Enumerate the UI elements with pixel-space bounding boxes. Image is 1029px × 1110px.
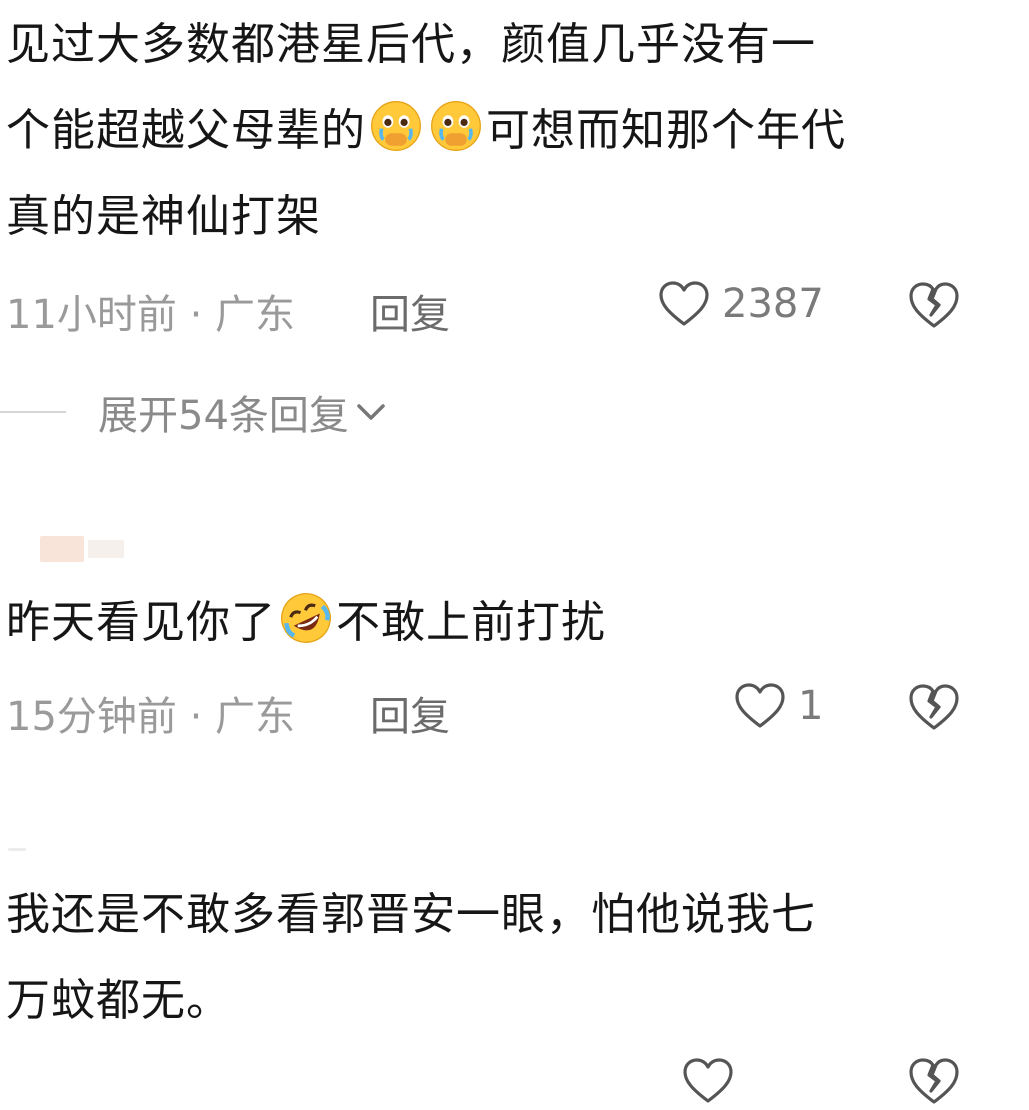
like-count: 1 <box>798 683 824 729</box>
comment-1-line-1: 见过大多数都港星后代，颜值几乎没有一 <box>6 19 816 70</box>
crying-face-emoji-icon <box>431 101 481 151</box>
heart-outline-icon <box>683 1058 733 1103</box>
comment-2-text-b: 不敢上前打扰 <box>336 597 606 648</box>
like-count: 2387 <box>722 281 824 327</box>
dislike-button[interactable] <box>908 1056 960 1110</box>
comment-1-text-a: 个能超越父母辈的 <box>6 105 366 156</box>
comment-1-line-3: 真的是神仙打架 <box>6 191 321 242</box>
comment-3-line-2: 万蚊都无。 <box>6 975 231 1026</box>
dislike-button[interactable] <box>908 280 960 334</box>
reply-button[interactable]: 回复 <box>370 282 450 340</box>
comment-1-line-2: 个能超越父母辈的 可想而知那个年代 <box>6 88 846 174</box>
heart-outline-icon <box>659 281 709 326</box>
divider-line <box>0 411 66 413</box>
username-blur[interactable] <box>88 540 124 558</box>
like-button[interactable]: 2387 <box>658 280 824 328</box>
reply-button[interactable]: 回复 <box>370 684 450 742</box>
avatar[interactable] <box>40 536 84 562</box>
expand-replies-label: 展开54条回复 <box>98 393 349 439</box>
avatar[interactable] <box>8 848 26 851</box>
chevron-down-icon <box>357 404 385 420</box>
comment-2-text-a: 昨天看见你了 <box>6 597 276 648</box>
broken-heart-icon <box>909 684 959 730</box>
comment-1-text-b: 可想而知那个年代 <box>486 105 846 156</box>
comment-2-text: 昨天看见你了 不敢上前打扰 <box>6 580 606 666</box>
comment-2-time-location: 15分钟前 · 广东 <box>6 694 296 740</box>
heart-outline-icon <box>735 683 785 728</box>
broken-heart-icon <box>909 282 959 328</box>
rolling-laughing-emoji-icon <box>281 593 331 643</box>
expand-replies[interactable]: 展开54条回复 <box>0 382 387 442</box>
like-button[interactable]: 1 <box>734 682 823 730</box>
like-button[interactable] <box>682 1056 734 1110</box>
dislike-button[interactable] <box>908 682 960 736</box>
crying-face-emoji-icon <box>371 101 421 151</box>
comment-3-line-1: 我还是不敢多看郭晋安一眼，怕他说我七 <box>6 889 816 940</box>
comment-1-time-location: 11小时前 · 广东 <box>6 292 296 338</box>
broken-heart-icon <box>909 1058 959 1104</box>
